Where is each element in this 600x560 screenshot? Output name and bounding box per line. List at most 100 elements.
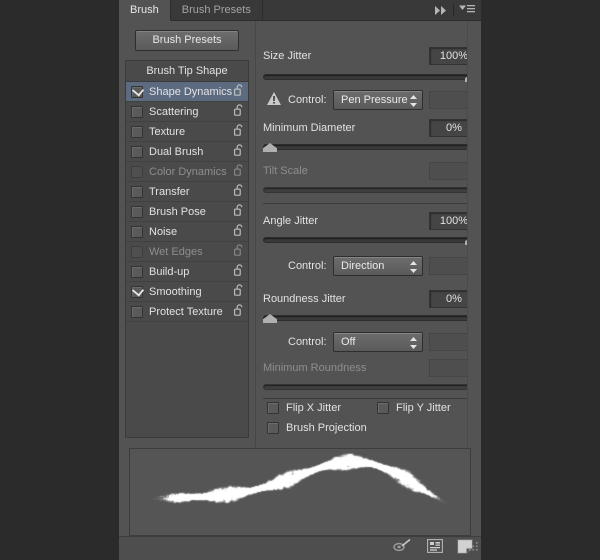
checkbox-texture[interactable] [131, 126, 143, 138]
flip-y-jitter-row[interactable]: Flip Y Jitter [377, 402, 451, 414]
sidebar-item-protect-texture[interactable]: Protect Texture [126, 302, 248, 322]
flip-x-jitter-checkbox[interactable] [267, 402, 279, 414]
lock-open-icon[interactable] [234, 184, 244, 199]
brush-tip-shape-header[interactable]: Brush Tip Shape [126, 61, 248, 82]
stepper-arrows-icon [410, 95, 417, 113]
lock-open-icon[interactable] [234, 124, 244, 139]
minimum-roundness-track [263, 384, 479, 390]
angle-control-value: Direction [341, 260, 384, 272]
brush-stroke-canvas [130, 449, 470, 535]
lock-open-icon[interactable] [234, 84, 244, 99]
brush-presets-panel-icon[interactable] [427, 539, 443, 558]
size-jitter-label: Size Jitter [263, 50, 311, 62]
brush-options-list: Brush Tip Shape Shape Dynamics Scattering… [125, 60, 249, 438]
stepper-arrows-icon [410, 337, 417, 355]
sidebar-item-scattering[interactable]: Scattering [126, 102, 248, 122]
section-divider-2 [263, 398, 479, 399]
roundness-control-select[interactable]: Off [333, 332, 423, 352]
sidebar-item-noise[interactable]: Noise [126, 222, 248, 242]
minimum-diameter-label: Minimum Diameter [263, 122, 355, 134]
flip-y-jitter-checkbox[interactable] [377, 402, 389, 414]
tab-brush[interactable]: Brush [119, 0, 171, 21]
angle-jitter-track [263, 237, 479, 243]
sidebar-item-dual-brush[interactable]: Dual Brush [126, 142, 248, 162]
tilt-scale-label: Tilt Scale [263, 165, 308, 177]
lock-open-icon[interactable] [234, 284, 244, 299]
sidebar-item-wet-edges[interactable]: Wet Edges [126, 242, 248, 262]
angle-control-label: Control: [288, 260, 327, 272]
double-chevron-right-icon[interactable] [435, 6, 448, 15]
sidebar-item-transfer[interactable]: Transfer [126, 182, 248, 202]
roundness-control-label: Control: [288, 336, 327, 348]
sidebar-item-label: Protect Texture [149, 306, 234, 318]
brush-projection-row[interactable]: Brush Projection [267, 422, 367, 434]
resize-grip-icon[interactable] [465, 540, 479, 559]
angle-control-select[interactable]: Direction [333, 256, 423, 276]
flip-x-jitter-row[interactable]: Flip X Jitter [267, 402, 341, 414]
brush-presets-button[interactable]: Brush Presets [135, 30, 239, 51]
sidebar-item-smoothing[interactable]: Smoothing [126, 282, 248, 302]
tab-bar-filler [263, 0, 431, 21]
lock-open-icon[interactable] [234, 304, 244, 319]
size-control-select[interactable]: Pen Pressure [333, 90, 423, 110]
panel-tab-bar: Brush Brush Presets [119, 0, 481, 21]
tilt-scale-track [263, 187, 479, 193]
shape-dynamics-options: Size Jitter 100% Control: [256, 21, 481, 448]
lock-open-icon[interactable] [234, 244, 244, 259]
checkbox-smoothing[interactable] [131, 286, 143, 298]
checkbox-build-up[interactable] [131, 266, 143, 278]
sidebar-item-label: Build-up [149, 266, 234, 278]
sidebar-item-label: Dual Brush [149, 146, 234, 158]
lock-open-icon[interactable] [234, 104, 244, 119]
brush-projection-checkbox[interactable] [267, 422, 279, 434]
checkbox-dual-brush[interactable] [131, 146, 143, 158]
checkbox-transfer[interactable] [131, 186, 143, 198]
flip-x-jitter-label: Flip X Jitter [286, 402, 341, 414]
size-jitter-slider[interactable] [263, 73, 479, 83]
panel-menu-icon[interactable] [459, 1, 475, 19]
checkbox-scattering[interactable] [131, 106, 143, 118]
warning-triangle-icon [267, 92, 281, 110]
tab-brush-presets[interactable]: Brush Presets [171, 0, 263, 21]
sidebar-item-label: Shape Dynamics [149, 86, 234, 98]
roundness-control-value: Off [341, 336, 355, 348]
panel-body: Brush Presets Brush Tip Shape Shape Dyna… [119, 21, 481, 448]
checkbox-wet-edges[interactable] [131, 246, 143, 258]
lock-open-icon[interactable] [234, 204, 244, 219]
sidebar-item-label: Color Dynamics [149, 166, 234, 178]
lock-open-icon[interactable] [234, 224, 244, 239]
size-control-value: Pen Pressure [341, 94, 408, 106]
sidebar-item-label: Smoothing [149, 286, 234, 298]
sidebar-item-build-up[interactable]: Build-up [126, 262, 248, 282]
panel-bottom-bar [119, 536, 481, 560]
sidebar-item-color-dynamics[interactable]: Color Dynamics [126, 162, 248, 182]
stepper-arrows-icon [410, 261, 417, 279]
brush-preview-container [119, 448, 481, 536]
sidebar-item-label: Noise [149, 226, 234, 238]
minimum-roundness-slider [263, 383, 479, 393]
lock-open-icon[interactable] [234, 144, 244, 159]
minimum-diameter-slider[interactable] [263, 143, 479, 153]
size-control-label: Control: [288, 94, 327, 106]
lock-open-icon[interactable] [234, 264, 244, 279]
checkbox-color-dynamics[interactable] [131, 166, 143, 178]
brush-options-sidebar: Brush Presets Brush Tip Shape Shape Dyna… [119, 21, 256, 448]
toolbar-divider [453, 4, 454, 16]
checkbox-shape-dynamics[interactable] [131, 86, 143, 98]
sidebar-item-shape-dynamics[interactable]: Shape Dynamics [126, 82, 248, 102]
sidebar-item-texture[interactable]: Texture [126, 122, 248, 142]
roundness-jitter-slider[interactable] [263, 314, 479, 324]
checkbox-protect-texture[interactable] [131, 306, 143, 318]
size-jitter-track [263, 74, 479, 80]
checkbox-noise[interactable] [131, 226, 143, 238]
lock-open-icon[interactable] [234, 164, 244, 179]
toggle-brush-settings-icon[interactable] [393, 539, 413, 558]
tab-brush-presets-label: Brush Presets [182, 0, 251, 21]
checkbox-brush-pose[interactable] [131, 206, 143, 218]
minimum-roundness-label: Minimum Roundness [263, 362, 366, 374]
tab-bar-controls [431, 0, 481, 21]
minimum-diameter-track [263, 144, 479, 150]
angle-jitter-slider[interactable] [263, 236, 479, 246]
sidebar-item-brush-pose[interactable]: Brush Pose [126, 202, 248, 222]
panel-scroll-gutter[interactable] [467, 21, 481, 448]
